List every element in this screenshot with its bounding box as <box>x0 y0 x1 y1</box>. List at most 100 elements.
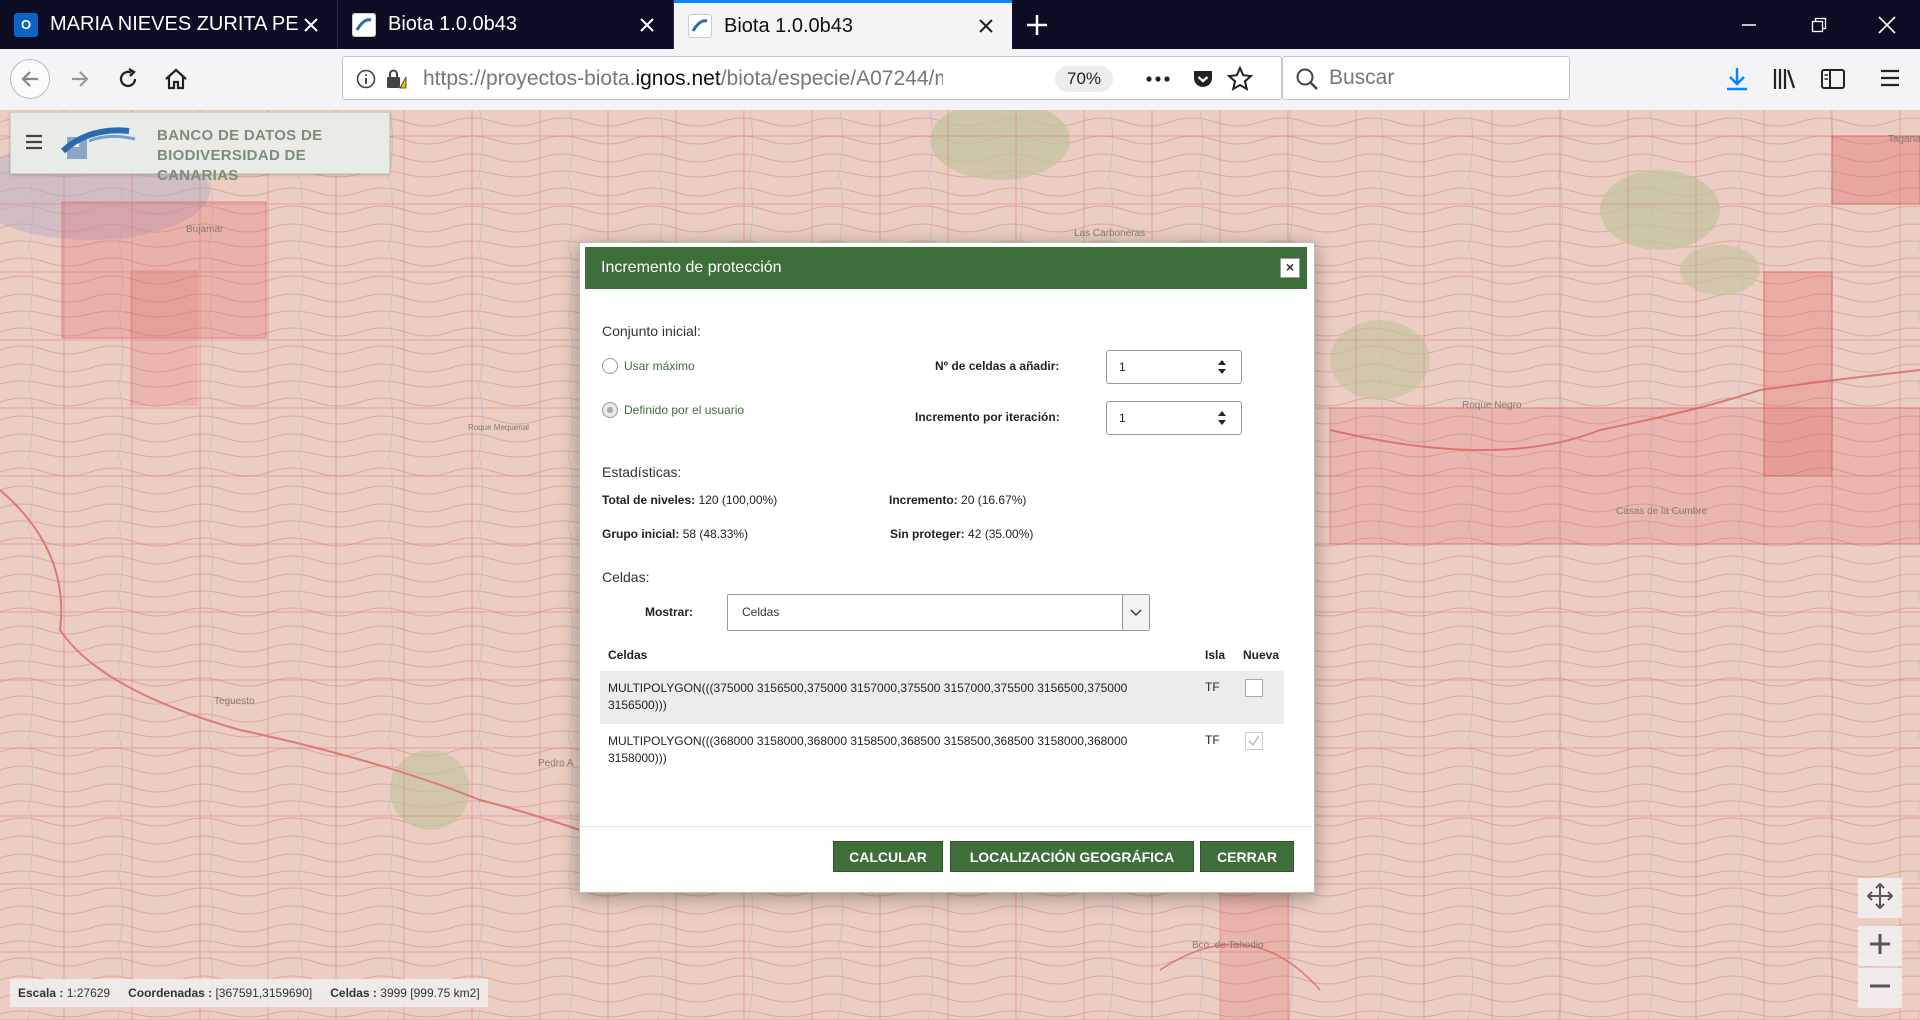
map-place-label: Bco. de Tahodio <box>1192 940 1264 951</box>
user-defined-label[interactable]: Definido por el usuario <box>624 403 744 417</box>
stat-total-label: Total de niveles: <box>602 493 696 507</box>
cells-to-add-label: Nº de celdas a añadir: <box>935 359 1060 373</box>
show-select-value: Celdas <box>742 605 780 619</box>
restore-button[interactable] <box>1784 0 1854 49</box>
download-icon[interactable] <box>1724 66 1750 97</box>
stat-initial-group: Grupo inicial: 58 (48.33%) <box>602 527 748 541</box>
page-actions-icon[interactable] <box>1145 68 1171 95</box>
pan-control[interactable] <box>1858 878 1902 918</box>
navigation-bar: https://proyectos-biota.ignos.net/biota/… <box>0 49 1920 111</box>
row-new-checkbox[interactable] <box>1245 679 1263 697</box>
chevron-down-icon[interactable] <box>1122 595 1149 630</box>
use-max-radio[interactable] <box>602 358 618 374</box>
geometry-line: MULTIPOLYGON(((368000 3158000,368000 315… <box>608 734 1128 748</box>
library-icon[interactable] <box>1772 66 1798 97</box>
plus-icon <box>1869 933 1891 960</box>
insecure-lock-icon[interactable] <box>385 68 407 95</box>
table-row[interactable]: MULTIPOLYGON(((368000 3158000,368000 315… <box>600 724 1284 777</box>
move-icon <box>1866 882 1894 914</box>
cells-to-add-input[interactable]: 1 <box>1106 350 1242 384</box>
statistics-label: Estadísticas: <box>602 464 682 480</box>
protection-increment-dialog: Incremento de protección × Conjunto inic… <box>579 242 1315 893</box>
map-place-label: Teguesto <box>214 696 255 707</box>
geographic-location-button[interactable]: LOCALIZACIÓN GEOGRÁFICA <box>950 841 1194 872</box>
close-tab-icon[interactable] <box>299 13 323 37</box>
pocket-icon[interactable] <box>1191 67 1215 96</box>
back-button[interactable] <box>10 59 50 99</box>
stat-increment: Incremento: 20 (16.67%) <box>889 493 1026 507</box>
bookmark-star-icon[interactable] <box>1226 65 1254 97</box>
scale-readout: Escala : 1:27629 <box>18 986 110 1000</box>
info-icon[interactable] <box>356 69 376 94</box>
show-select[interactable]: Celdas <box>727 594 1150 631</box>
map-place-label: Bujamar <box>186 224 224 235</box>
close-tab-icon[interactable] <box>635 13 659 37</box>
row-new-checkbox[interactable] <box>1245 732 1263 750</box>
spinner-arrows-icon[interactable] <box>1217 358 1227 376</box>
geometry-line: 3156500))) <box>608 698 667 712</box>
minus-icon <box>1869 975 1891 1002</box>
cells-label: Celdas : <box>330 986 377 1000</box>
sidebar-menu-icon[interactable] <box>25 134 43 155</box>
close-window-button[interactable] <box>1852 0 1920 49</box>
increment-per-iteration-label: Incremento por iteración: <box>915 410 1060 424</box>
stat-unprotected: Sin proteger: 42 (35.00%) <box>890 527 1033 541</box>
app-logo-panel: BANCO DE DATOS DE BIODIVERSIDAD DE CANAR… <box>10 112 390 184</box>
increment-per-iteration-input[interactable]: 1 <box>1106 401 1242 435</box>
stat-total-value: 120 (100,00%) <box>698 493 778 507</box>
map-place-label: Casas de la Cumbre <box>1616 506 1708 517</box>
dialog-close-button[interactable]: × <box>1280 258 1300 278</box>
zoom-indicator[interactable]: 70% <box>1055 66 1114 92</box>
column-header-cells[interactable]: Celdas <box>608 648 647 662</box>
map-place-label: Taganana <box>1888 134 1920 145</box>
tab-title: MARIA NIEVES ZURITA PEREZ - <box>50 13 299 35</box>
tab-bar: O MARIA NIEVES ZURITA PEREZ - Biota 1.0.… <box>0 0 1920 49</box>
address-bar[interactable]: https://proyectos-biota.ignos.net/biota/… <box>342 56 1282 100</box>
column-header-new[interactable]: Nueva <box>1243 648 1279 662</box>
use-max-label[interactable]: Usar máximo <box>624 359 695 373</box>
row-island: TF <box>1205 733 1220 747</box>
row-geometry: MULTIPOLYGON(((375000 3156500,375000 315… <box>608 680 1127 714</box>
calculate-button[interactable]: CALCULAR <box>833 841 943 872</box>
tab-outlook[interactable]: O MARIA NIEVES ZURITA PEREZ - <box>0 0 338 49</box>
url-path: /biota/especie/A07244/mapas <box>720 67 943 90</box>
row-island: TF <box>1205 680 1220 694</box>
tab-biota-1[interactable]: Biota 1.0.0b43 <box>338 0 674 49</box>
minimize-button[interactable] <box>1714 0 1784 49</box>
url-text[interactable]: https://proyectos-biota.ignos.net/biota/… <box>423 57 943 101</box>
zoom-out-button[interactable] <box>1858 968 1902 1008</box>
spinner-arrows-icon[interactable] <box>1217 409 1227 427</box>
sidebar-toggle-icon[interactable] <box>1820 66 1846 97</box>
coords-value: [367591,3159690] <box>215 986 313 1000</box>
close-dialog-button[interactable]: CERRAR <box>1200 841 1294 872</box>
map-place-label: Roque Mequenal <box>468 423 529 432</box>
biota-icon <box>688 14 712 38</box>
menu-hamburger-icon[interactable] <box>1878 66 1902 95</box>
biota-logo-icon <box>59 121 143 170</box>
search-bar[interactable]: Buscar <box>1282 56 1570 100</box>
reload-button[interactable] <box>108 59 148 99</box>
tab-biota-active[interactable]: Biota 1.0.0b43 <box>674 0 1012 49</box>
home-button[interactable] <box>156 59 196 99</box>
increment-value: 1 <box>1119 411 1126 425</box>
cells-table: Celdas Isla Nueva MULTIPOLYGON(((375000 … <box>600 637 1284 777</box>
search-placeholder: Buscar <box>1329 66 1395 89</box>
logo-line-1: BANCO DE DATOS DE <box>157 127 323 144</box>
stat-initial-value: 58 (48.33%) <box>682 527 749 541</box>
zoom-in-button[interactable] <box>1858 926 1902 966</box>
coords-label: Coordenadas : <box>128 986 213 1000</box>
stat-initial-label: Grupo inicial: <box>602 527 680 541</box>
geometry-line: 3158000))) <box>608 751 667 765</box>
biota-icon <box>352 12 376 37</box>
forward-button[interactable] <box>60 59 100 99</box>
stat-increment-label: Incremento: <box>889 493 958 507</box>
column-header-island[interactable]: Isla <box>1205 648 1225 662</box>
new-tab-button[interactable] <box>1012 0 1062 49</box>
tab-title: Biota 1.0.0b43 <box>388 13 517 35</box>
close-tab-icon[interactable] <box>974 14 998 38</box>
map-place-label: Pedro A <box>538 758 574 769</box>
user-defined-radio[interactable] <box>602 402 618 418</box>
table-row[interactable]: MULTIPOLYGON(((375000 3156500,375000 315… <box>600 671 1284 724</box>
map-status-bar: Escala : 1:27629 Coordenadas : [367591,3… <box>10 979 488 1007</box>
stat-unprotected-label: Sin proteger: <box>890 527 965 541</box>
